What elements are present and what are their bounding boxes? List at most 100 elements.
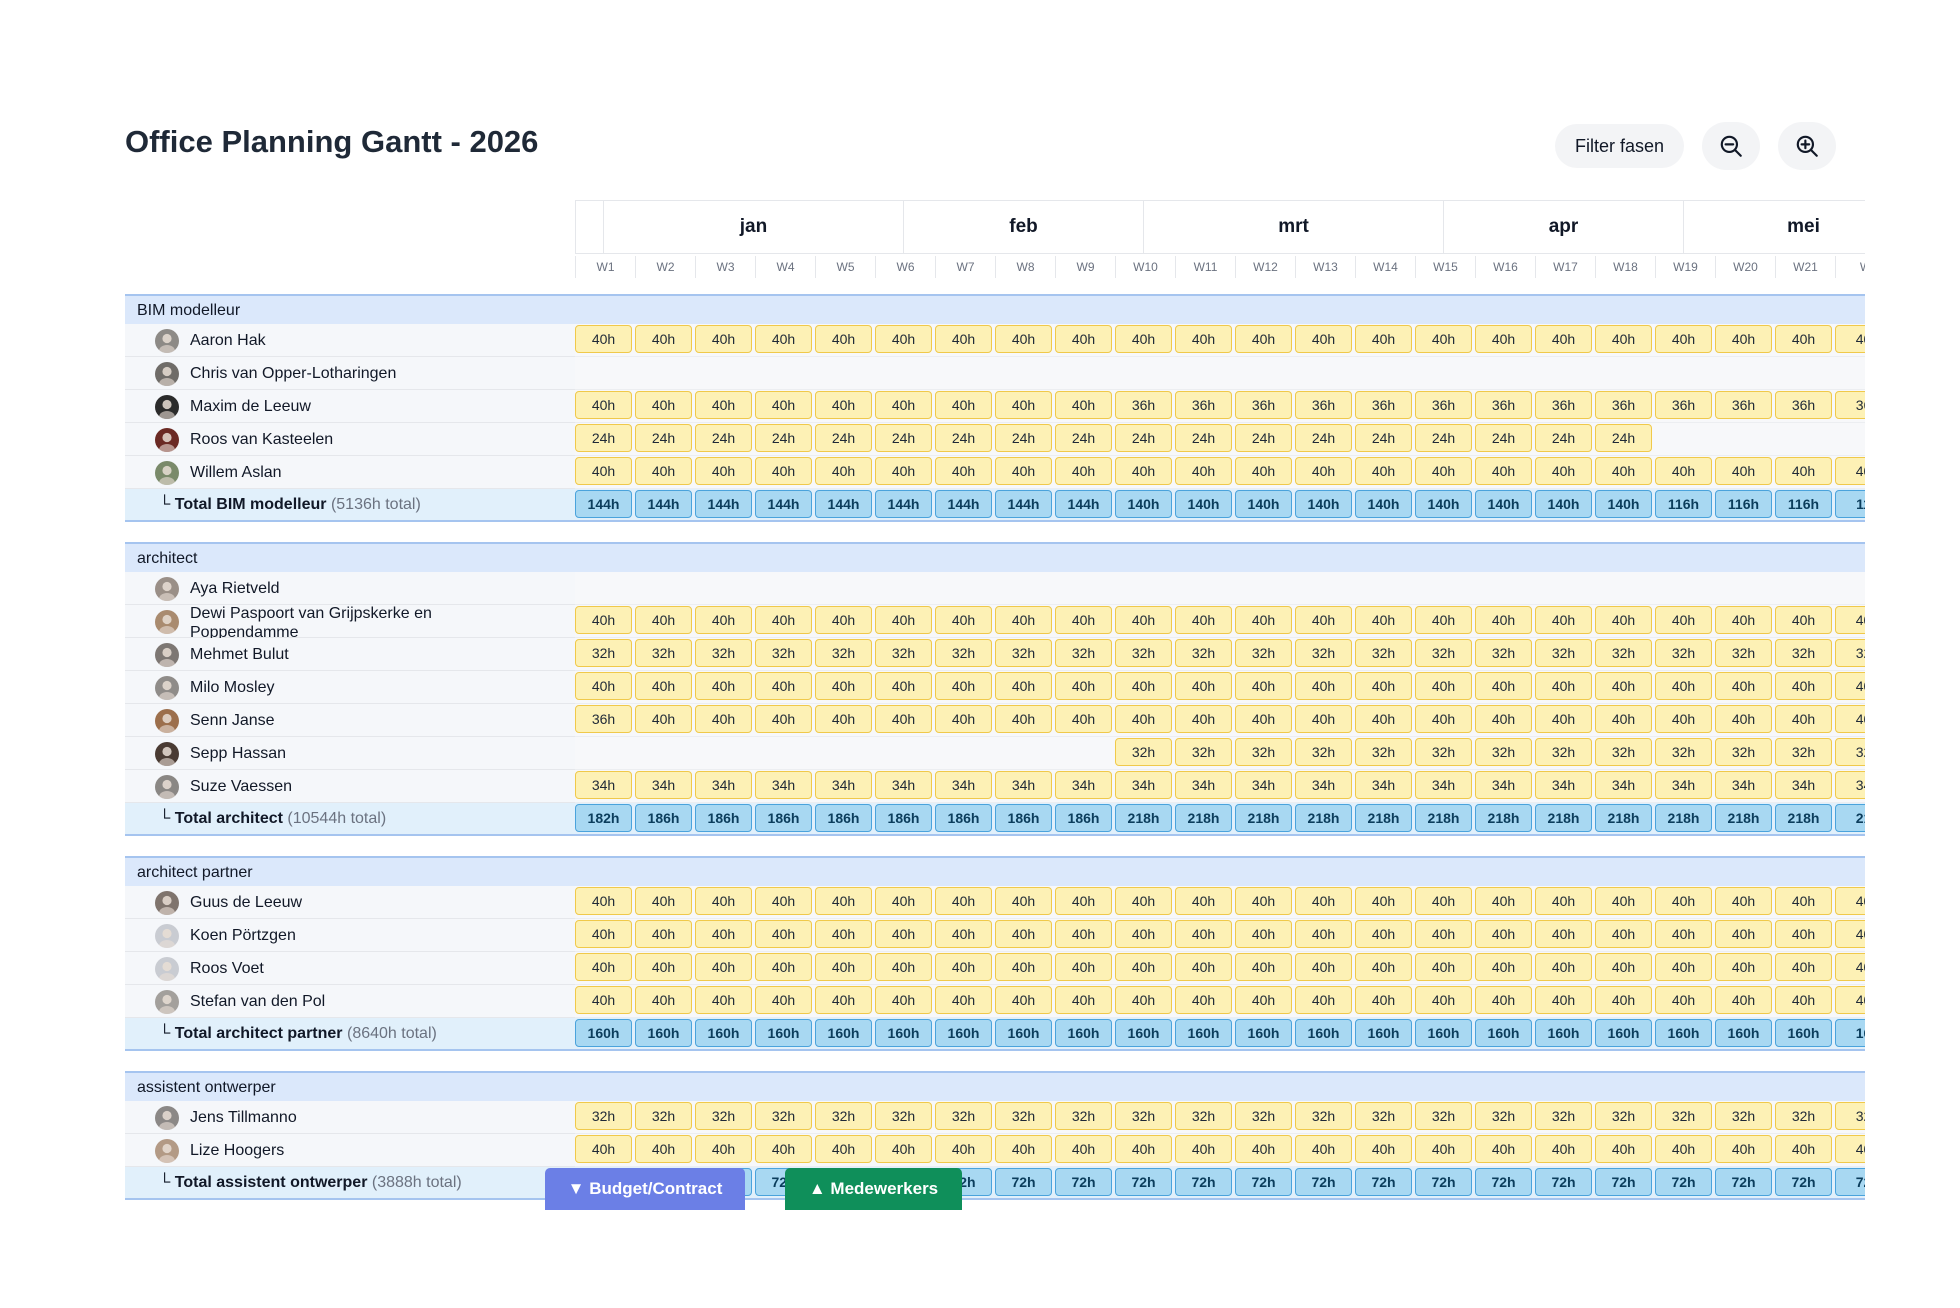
hours-cell[interactable]: 40h (695, 457, 752, 485)
hours-cell[interactable]: 40h (1715, 606, 1772, 634)
hours-cell[interactable]: 40h (1475, 986, 1532, 1014)
person-name-cell[interactable]: Roos van Kasteelen (125, 423, 575, 456)
hours-cell[interactable]: 40h (1655, 325, 1712, 353)
hours-cell[interactable]: 40 (1835, 672, 1865, 700)
total-cell[interactable]: 160h (1475, 1019, 1532, 1047)
hours-cell[interactable]: 40h (1295, 986, 1352, 1014)
hours-cell[interactable]: 32h (1295, 1102, 1352, 1130)
hours-cell[interactable]: 40h (1655, 672, 1712, 700)
hours-cell[interactable]: 40h (695, 325, 752, 353)
hours-cell[interactable]: 40h (1115, 672, 1172, 700)
total-cell[interactable]: 140h (1295, 490, 1352, 518)
hours-cell[interactable]: 40h (1295, 705, 1352, 733)
hours-cell[interactable]: 40h (1415, 672, 1472, 700)
hours-cell[interactable]: 32h (1415, 738, 1472, 766)
hours-cell[interactable]: 36h (1775, 391, 1832, 419)
hours-cell[interactable]: 40h (1355, 606, 1412, 634)
hours-cell[interactable]: 40h (1235, 705, 1292, 733)
hours-cell[interactable]: 40h (1655, 1135, 1712, 1163)
person-name-cell[interactable]: Senn Janse (125, 704, 575, 737)
total-cell[interactable]: 218h (1235, 804, 1292, 832)
hours-cell[interactable]: 40h (1295, 606, 1352, 634)
total-cell[interactable]: 160h (1115, 1019, 1172, 1047)
hours-cell[interactable]: 32h (575, 639, 632, 667)
total-cell[interactable]: 160h (1595, 1019, 1652, 1047)
hours-cell[interactable]: 40h (1295, 920, 1352, 948)
hours-cell[interactable]: 40h (1415, 606, 1472, 634)
hours-cell[interactable]: 40h (1115, 325, 1172, 353)
hours-cell[interactable]: 40h (575, 953, 632, 981)
hours-cell[interactable]: 40h (1535, 920, 1592, 948)
hours-cell[interactable]: 40h (1655, 606, 1712, 634)
hours-cell[interactable]: 40h (875, 1135, 932, 1163)
hours-cell[interactable]: 40h (635, 953, 692, 981)
hours-cell[interactable]: 40h (1175, 705, 1232, 733)
hours-cell[interactable]: 40h (1175, 325, 1232, 353)
total-cell[interactable]: 218h (1475, 804, 1532, 832)
hours-cell[interactable]: 40h (995, 672, 1052, 700)
hours-cell[interactable]: 40h (1775, 887, 1832, 915)
hours-cell[interactable]: 34h (1175, 771, 1232, 799)
hours-cell[interactable]: 40h (1235, 953, 1292, 981)
hours-cell[interactable]: 40h (1355, 457, 1412, 485)
hours-cell[interactable]: 32h (1235, 738, 1292, 766)
hours-cell[interactable]: 24h (1055, 424, 1112, 452)
hours-cell[interactable]: 40h (575, 1135, 632, 1163)
hours-cell[interactable]: 32h (875, 639, 932, 667)
hours-cell[interactable]: 40h (1715, 953, 1772, 981)
hours-cell[interactable]: 40h (1535, 887, 1592, 915)
hours-cell[interactable]: 40h (1175, 606, 1232, 634)
person-name-cell[interactable]: Aaron Hak (125, 324, 575, 357)
hours-cell[interactable]: 40h (1355, 705, 1412, 733)
total-cell[interactable]: 72h (1535, 1168, 1592, 1196)
hours-cell[interactable]: 34h (935, 771, 992, 799)
total-cell[interactable]: 218h (1415, 804, 1472, 832)
hours-cell[interactable]: 40h (1415, 986, 1472, 1014)
hours-cell[interactable]: 40h (875, 606, 932, 634)
hours-cell[interactable]: 24h (1295, 424, 1352, 452)
total-cell[interactable]: 144h (1055, 490, 1112, 518)
hours-cell[interactable]: 40h (1775, 606, 1832, 634)
hours-cell[interactable]: 40h (815, 953, 872, 981)
hours-cell[interactable]: 40h (1715, 705, 1772, 733)
hours-cell[interactable]: 40h (875, 887, 932, 915)
hours-cell[interactable]: 32h (1115, 738, 1172, 766)
hours-cell[interactable]: 40h (635, 606, 692, 634)
total-cell[interactable]: 144h (935, 490, 992, 518)
hours-cell[interactable]: 32h (1535, 738, 1592, 766)
hours-cell[interactable]: 40h (995, 953, 1052, 981)
hours-cell[interactable]: 40h (1235, 672, 1292, 700)
hours-cell[interactable]: 36h (1535, 391, 1592, 419)
hours-cell[interactable]: 40h (1475, 325, 1532, 353)
hours-cell[interactable]: 40h (1655, 457, 1712, 485)
hours-cell[interactable]: 40h (1235, 457, 1292, 485)
hours-cell[interactable]: 40h (1115, 1135, 1172, 1163)
hours-cell[interactable]: 32h (1115, 1102, 1172, 1130)
hours-cell[interactable]: 40h (1715, 325, 1772, 353)
hours-cell[interactable]: 40h (1775, 457, 1832, 485)
hours-cell[interactable]: 32h (1715, 738, 1772, 766)
filter-phases-button[interactable]: Filter fasen (1554, 124, 1684, 168)
hours-cell[interactable]: 32h (1175, 1102, 1232, 1130)
hours-cell[interactable]: 40h (1655, 887, 1712, 915)
hours-cell[interactable]: 24h (875, 424, 932, 452)
hours-cell[interactable]: 34h (695, 771, 752, 799)
hours-cell[interactable]: 40h (1175, 920, 1232, 948)
hours-cell[interactable]: 24h (755, 424, 812, 452)
hours-cell[interactable]: 32h (1715, 1102, 1772, 1130)
hours-cell[interactable]: 40h (935, 920, 992, 948)
hours-cell[interactable]: 40h (995, 986, 1052, 1014)
hours-cell[interactable]: 34h (995, 771, 1052, 799)
hours-cell[interactable]: 32h (1655, 1102, 1712, 1130)
hours-cell[interactable]: 34h (1295, 771, 1352, 799)
hours-cell[interactable]: 40h (1115, 705, 1172, 733)
hours-cell[interactable]: 36h (1655, 391, 1712, 419)
hours-cell[interactable]: 40h (1355, 672, 1412, 700)
hours-cell[interactable]: 24h (575, 424, 632, 452)
hours-cell[interactable]: 40h (755, 606, 812, 634)
hours-cell[interactable]: 40h (1535, 606, 1592, 634)
total-cell[interactable]: 72h (1595, 1168, 1652, 1196)
hours-cell[interactable]: 34h (1235, 771, 1292, 799)
hours-cell[interactable]: 40h (1655, 920, 1712, 948)
total-cell[interactable]: 72 (1835, 1168, 1865, 1196)
